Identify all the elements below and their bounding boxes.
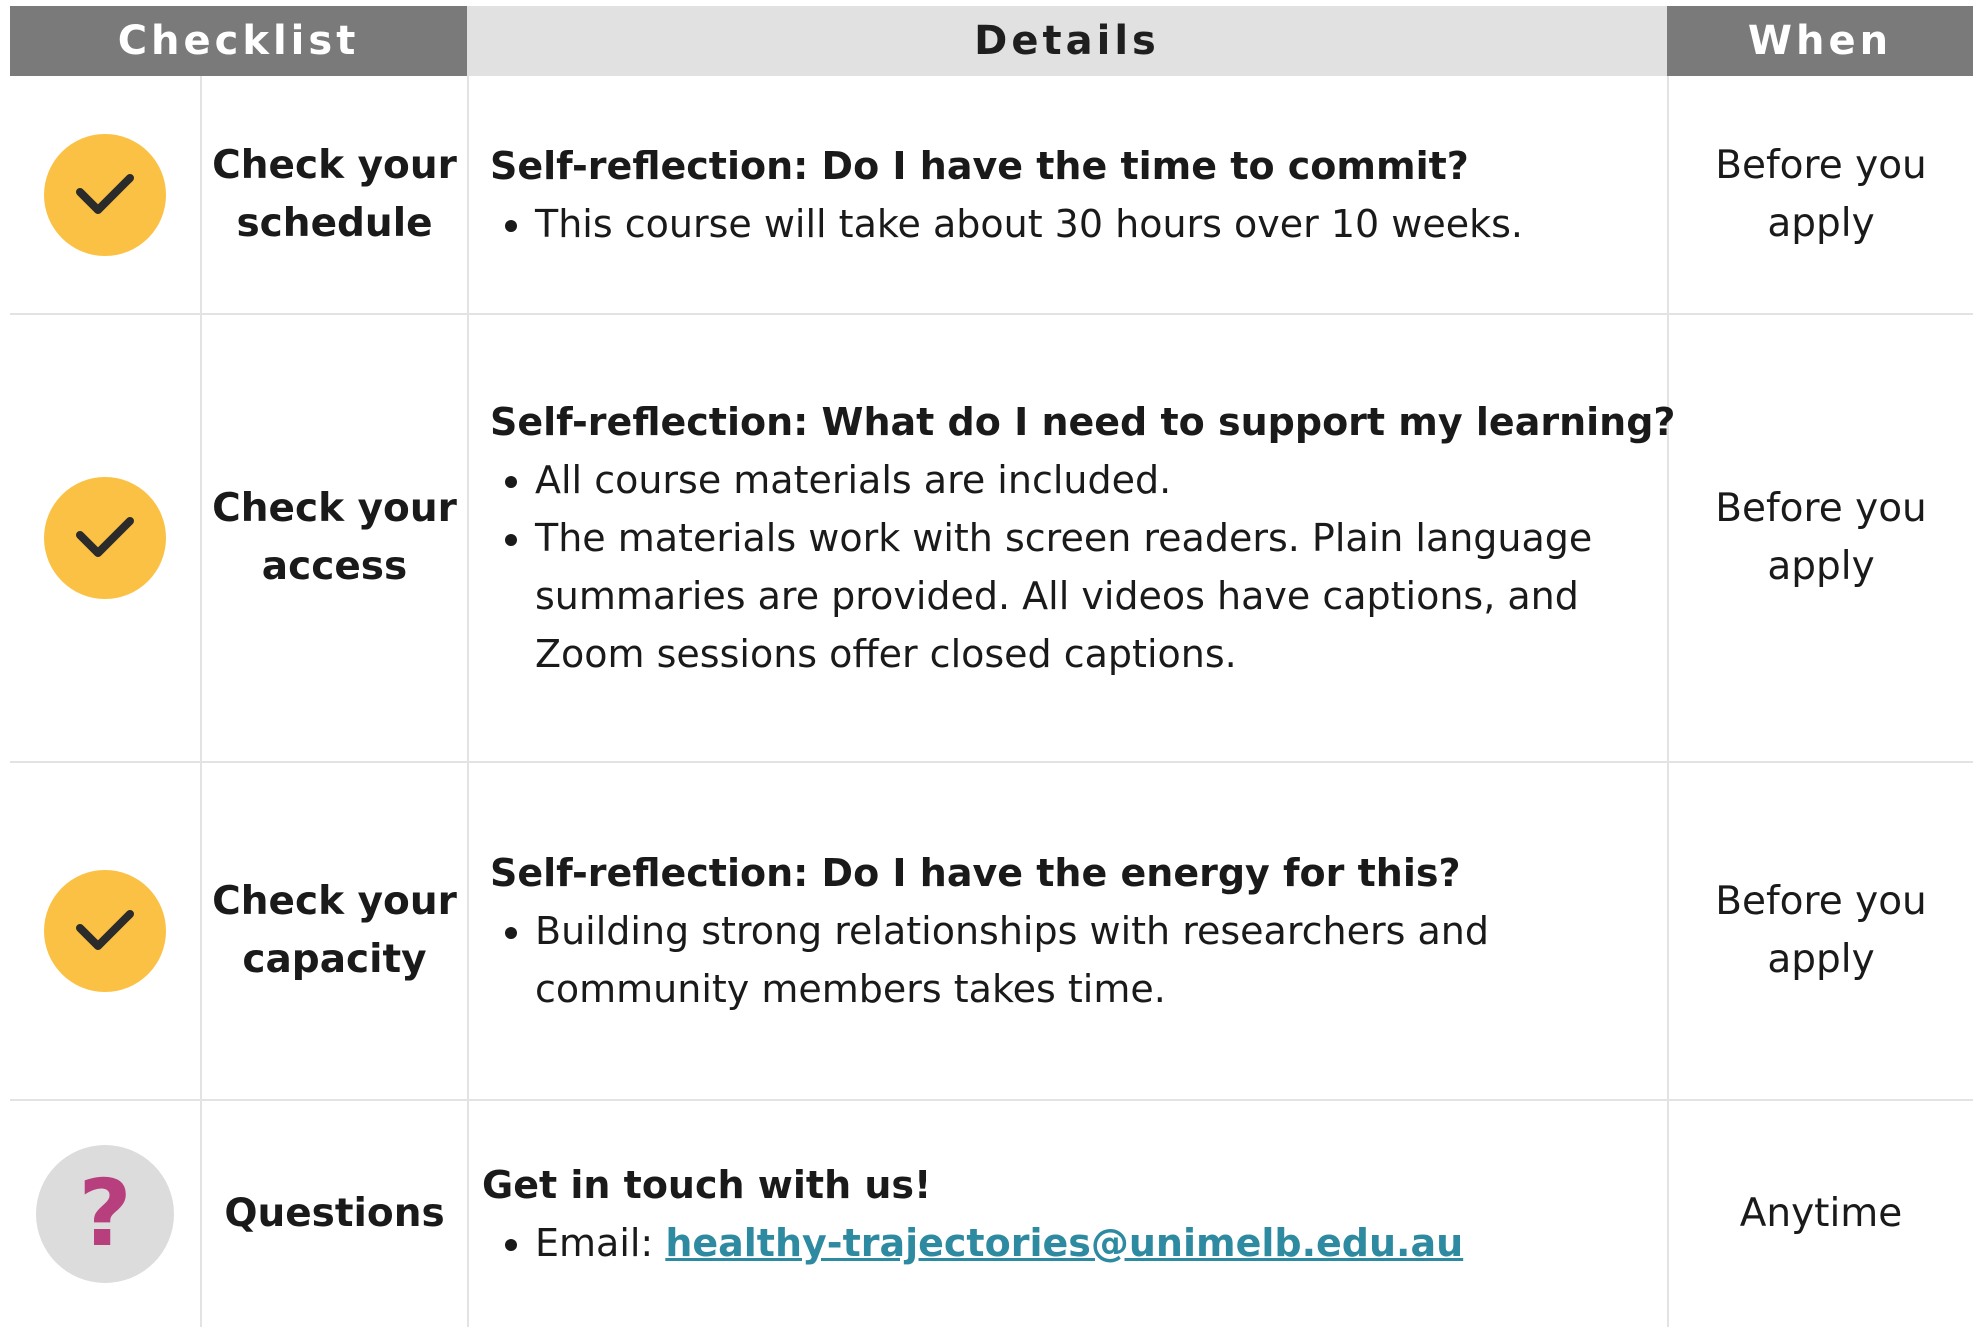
checklist-row-schedule: Check your schedule Self-reflection: Do I… — [10, 76, 1973, 313]
row-label: Check your access — [212, 486, 457, 589]
details-list: Email: healthy-trajectories@unimelb.edu.… — [482, 1214, 1657, 1272]
details-list: All course materials are included. The m… — [490, 451, 1665, 683]
details-title: Get in touch with us! — [482, 1163, 932, 1207]
row-when: Before you apply — [1715, 486, 1927, 589]
list-item: Email: healthy-trajectories@unimelb.edu.… — [535, 1214, 1657, 1272]
header-details: Details — [467, 6, 1667, 76]
checklist-row-capacity: Check your capacity Self-reflection: Do I… — [10, 763, 1973, 1099]
list-item: This course will take about 30 hours ove… — [535, 195, 1665, 253]
check-icon — [44, 870, 166, 992]
check-icon — [44, 477, 166, 599]
row-when: Anytime — [1739, 1191, 1903, 1236]
check-icon — [44, 133, 166, 256]
list-item: Building strong relationships with resea… — [535, 902, 1665, 1018]
checklist-table: Checklist Details When Check your schedul… — [10, 6, 1973, 1327]
checklist-row-access: Check your access Self-reflection: What d… — [10, 315, 1973, 761]
row-label: Check your schedule — [212, 142, 457, 246]
row-when: Before you apply — [1715, 142, 1927, 246]
header-checklist: Checklist — [10, 6, 467, 76]
row-details: Self-reflection: Do I have the energy fo… — [490, 763, 1665, 1099]
details-list: This course will take about 30 hours ove… — [490, 195, 1665, 253]
row-when: Before you apply — [1715, 879, 1927, 982]
row-label: Questions — [224, 1191, 445, 1236]
row-label: Check your capacity — [212, 879, 457, 982]
list-item: All course materials are included. — [535, 451, 1665, 509]
row-details: Get in touch with us! Email: healthy-tra… — [482, 1101, 1657, 1327]
details-title: Self-reflection: Do I have the time to c… — [490, 143, 1469, 188]
details-title: Self-reflection: Do I have the energy fo… — [490, 851, 1461, 895]
row-details: Self-reflection: Do I have the time to c… — [490, 76, 1665, 313]
row-details: Self-reflection: What do I need to suppo… — [490, 315, 1676, 761]
details-title: Self-reflection: What do I need to suppo… — [490, 400, 1676, 444]
list-item: The materials work with screen readers. … — [535, 509, 1665, 683]
checklist-row-questions: ? Questions Get in touch with us! Email:… — [10, 1101, 1973, 1327]
email-link[interactable]: healthy-trajectories@unimelb.edu.au — [665, 1221, 1463, 1265]
question-icon: ? — [36, 1145, 174, 1283]
details-list: Building strong relationships with resea… — [490, 902, 1665, 1018]
header-when: When — [1667, 6, 1973, 76]
